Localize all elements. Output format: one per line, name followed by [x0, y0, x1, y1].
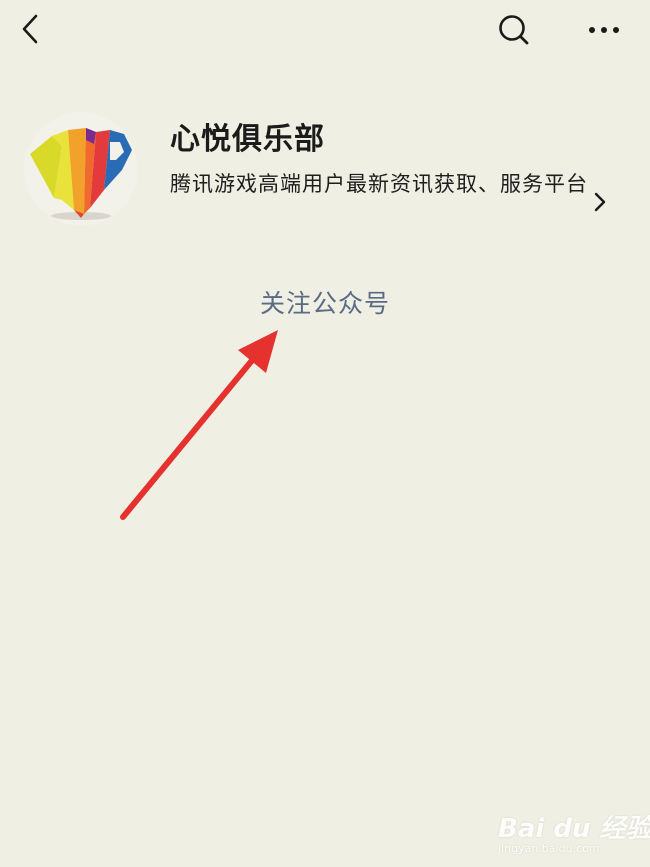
- chevron-right-icon[interactable]: [590, 190, 610, 214]
- vip-shield-logo: [24, 112, 138, 226]
- account-profile[interactable]: 心悦俱乐部 腾讯游戏高端用户最新资讯获取、服务平台: [0, 100, 650, 250]
- more-horizontal-icon[interactable]: [584, 14, 624, 46]
- account-description: 腾讯游戏高端用户最新资讯获取、服务平台: [170, 172, 588, 196]
- watermark-logo: Bai du 经验: [498, 814, 650, 844]
- watermark-url: jingyan.baidu.com: [498, 842, 600, 855]
- search-icon[interactable]: [494, 10, 534, 50]
- top-navigation-bar: [0, 0, 650, 62]
- chevron-left-icon[interactable]: [14, 12, 50, 48]
- follow-official-account-button[interactable]: 关注公众号: [225, 282, 425, 326]
- baidu-jingyan-watermark: Bai du 经验 jingyan.baidu.com: [498, 796, 650, 862]
- account-name: 心悦俱乐部: [170, 122, 325, 157]
